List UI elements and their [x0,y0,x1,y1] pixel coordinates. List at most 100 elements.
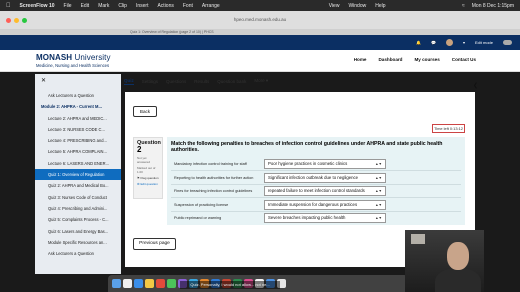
zoom-window-icon[interactable] [22,17,27,23]
avatar[interactable] [445,39,453,46]
tab-settings[interactable]: Settings [142,79,158,84]
menu-mark[interactable]: Mark [98,3,109,9]
monash-logo[interactable]: MONASH University Medicine, Nursing and … [36,53,111,68]
course-index-sidebar: ✕ Ask Lecturers a Question Module 2: AHP… [35,74,121,274]
wifi-icon[interactable]: ≈ [462,3,465,9]
match-label: Mandatory infection control training for… [174,161,247,166]
previous-page-button[interactable]: Previous page [133,238,176,250]
logo-name-rest: University [72,53,111,62]
menu-window[interactable]: Window [348,3,366,9]
match-select-value: Poor hygiene practices in cosmetic clini… [268,160,348,166]
close-window-icon[interactable] [6,17,11,23]
sidebar-item[interactable]: Quiz 5: Complaints Process - C... [35,214,121,225]
tab-more[interactable]: More ▾ [254,78,268,84]
quiz-tabs: Quiz Settings Questions Results Question… [124,75,474,87]
nav-my-courses[interactable]: My courses [414,57,439,62]
flag-question-link[interactable]: ⚑ Flag question [137,176,159,180]
sidebar-item[interactable]: Ask Lecturers a Question [35,90,121,101]
match-select[interactable]: repeated failure to meet infection contr… [264,186,386,197]
logo-subtitle: Medicine, Nursing and Health Sciences [36,63,110,68]
match-label: Suspension of practicing license [174,202,229,207]
messages-icon[interactable] [167,279,176,288]
match-row: Mandatory infection control training for… [171,157,461,171]
tab-results[interactable]: Results [194,79,209,84]
match-label: Fines for breaching infection control gu… [174,189,253,194]
menu-clip[interactable]: Clip [118,3,127,9]
sidebar-list: Ask Lecturers a Question Module 2: AHPRA… [35,90,121,259]
match-select-value: Immediate suspension for dangerous pract… [268,201,358,207]
edit-question-link[interactable]: ⚙ Edit question [137,182,159,186]
bell-icon[interactable]: 🔔 [416,40,421,45]
sidebar-item[interactable]: Quiz 4: Prescribing and Admini... [35,203,121,214]
chevron-left-icon[interactable]: ❮ [473,82,478,89]
match-select[interactable]: Significant infection outbreak due to ne… [264,172,386,183]
close-sidebar-icon[interactable]: ✕ [41,77,46,84]
nav-dashboard[interactable]: Dashboard [378,57,402,62]
sidebar-item[interactable]: Ask Lecturers a Question [35,248,121,259]
match-select-value: repeated failure to meet infection contr… [268,188,365,194]
back-button[interactable]: Back [133,106,157,117]
flag-icon: ⚑ [137,176,140,180]
chat-icon[interactable]: 💬 [431,40,436,45]
window-controls [6,17,27,23]
menu-actions[interactable]: Actions [157,3,173,9]
minimize-window-icon[interactable] [14,17,19,23]
question-status: Not yet answered [137,156,151,164]
sidebar-item[interactable]: Lecture 5: AHPRA COMPLAIN... [35,146,121,157]
sidebar-item[interactable]: Lecture 4: PRESCRIBING and... [35,135,121,146]
match-label: Public reprimand or warning [174,216,222,221]
apple-icon[interactable]:  [6,3,11,9]
menubar-clock[interactable]: Mon 8 Dec 1:15pm [472,3,514,9]
header-user-controls: 🔔 💬 ▾ Edit mode [416,39,512,46]
sidebar-item[interactable]: Module Specific Resources an... [35,237,121,248]
sidebar-item-current[interactable]: Quiz 1: Overview of Regulation [35,169,121,181]
logo-name-bold: MONASH [36,53,73,62]
question-number: 2 [137,145,142,154]
menu-view[interactable]: View [329,3,340,9]
edit-mode-toggle[interactable] [503,40,512,45]
logo-bar: MONASH University Medicine, Nursing and … [0,50,520,72]
flag-question-label: Flag question [140,176,159,180]
sidebar-item[interactable]: Quiz 2: AHPRA and Medical Bo... [35,180,121,191]
select-arrow-icon: ▲▼ [375,175,382,180]
menu-edit[interactable]: Edit [81,3,90,9]
tab-quiz[interactable]: Quiz [124,78,134,85]
menu-file[interactable]: File [64,3,72,9]
question-box: Match the following penalties to breache… [167,137,465,225]
calendar-icon[interactable] [156,279,165,288]
launchpad-icon[interactable] [123,279,132,288]
webcam-person-body [435,268,481,292]
match-select[interactable]: Immediate suspension for dangerous pract… [264,199,386,210]
select-arrow-icon: ▲▼ [375,202,382,207]
menu-arrange[interactable]: Arrange [202,3,220,9]
sidebar-item[interactable]: Lecture 3: NURSES CODE C... [35,124,121,135]
webcam-person-head [447,242,469,270]
match-table: Mandatory infection control training for… [171,157,461,225]
menu-font[interactable]: Font [183,3,193,9]
sidebar-item[interactable]: Quiz 3: Nurses Code of Conduct [35,192,121,203]
address-bar[interactable]: hpeo.med.monash.edu.au [210,15,310,25]
match-select-value: Severe breaches impacting public health [268,215,346,221]
nav-contact-us[interactable]: Contact Us [452,57,476,62]
sidebar-item[interactable]: Lecture 6: LASERS AND ENER... [35,158,121,169]
sidebar-section[interactable]: Module 2: AHPRA - Current M... [35,101,121,112]
match-row: Public reprimand or warning Severe breac… [171,210,461,225]
notes-icon[interactable] [145,279,154,288]
menu-insert[interactable]: Insert [136,3,149,9]
edit-mode-label: Edit mode [474,40,493,45]
menubar-app-name[interactable]: ScreenFlow 10 [20,3,55,9]
menu-help[interactable]: Help [375,3,385,9]
tab-question-bank[interactable]: Question bank [217,79,246,84]
safari-icon[interactable] [134,279,143,288]
match-row: Suspension of practicing license Immedia… [171,197,461,211]
finder-icon[interactable] [112,279,121,288]
match-select[interactable]: Poor hygiene practices in cosmetic clini… [264,158,386,169]
question-info: Question 2 Not yet answered Marked out o… [133,137,163,199]
chevron-down-icon[interactable]: ▾ [463,40,465,45]
match-select[interactable]: Severe breaches impacting public health ▲… [264,213,386,224]
tab-questions[interactable]: Questions [166,79,186,84]
nav-home[interactable]: Home [354,57,367,62]
webcam-background-lamp [411,234,425,244]
sidebar-item[interactable]: Lecture 2: AHPRA and MEDIC... [35,113,121,124]
sidebar-item[interactable]: Quiz 6: Lasers and Energy Bas... [35,226,121,237]
